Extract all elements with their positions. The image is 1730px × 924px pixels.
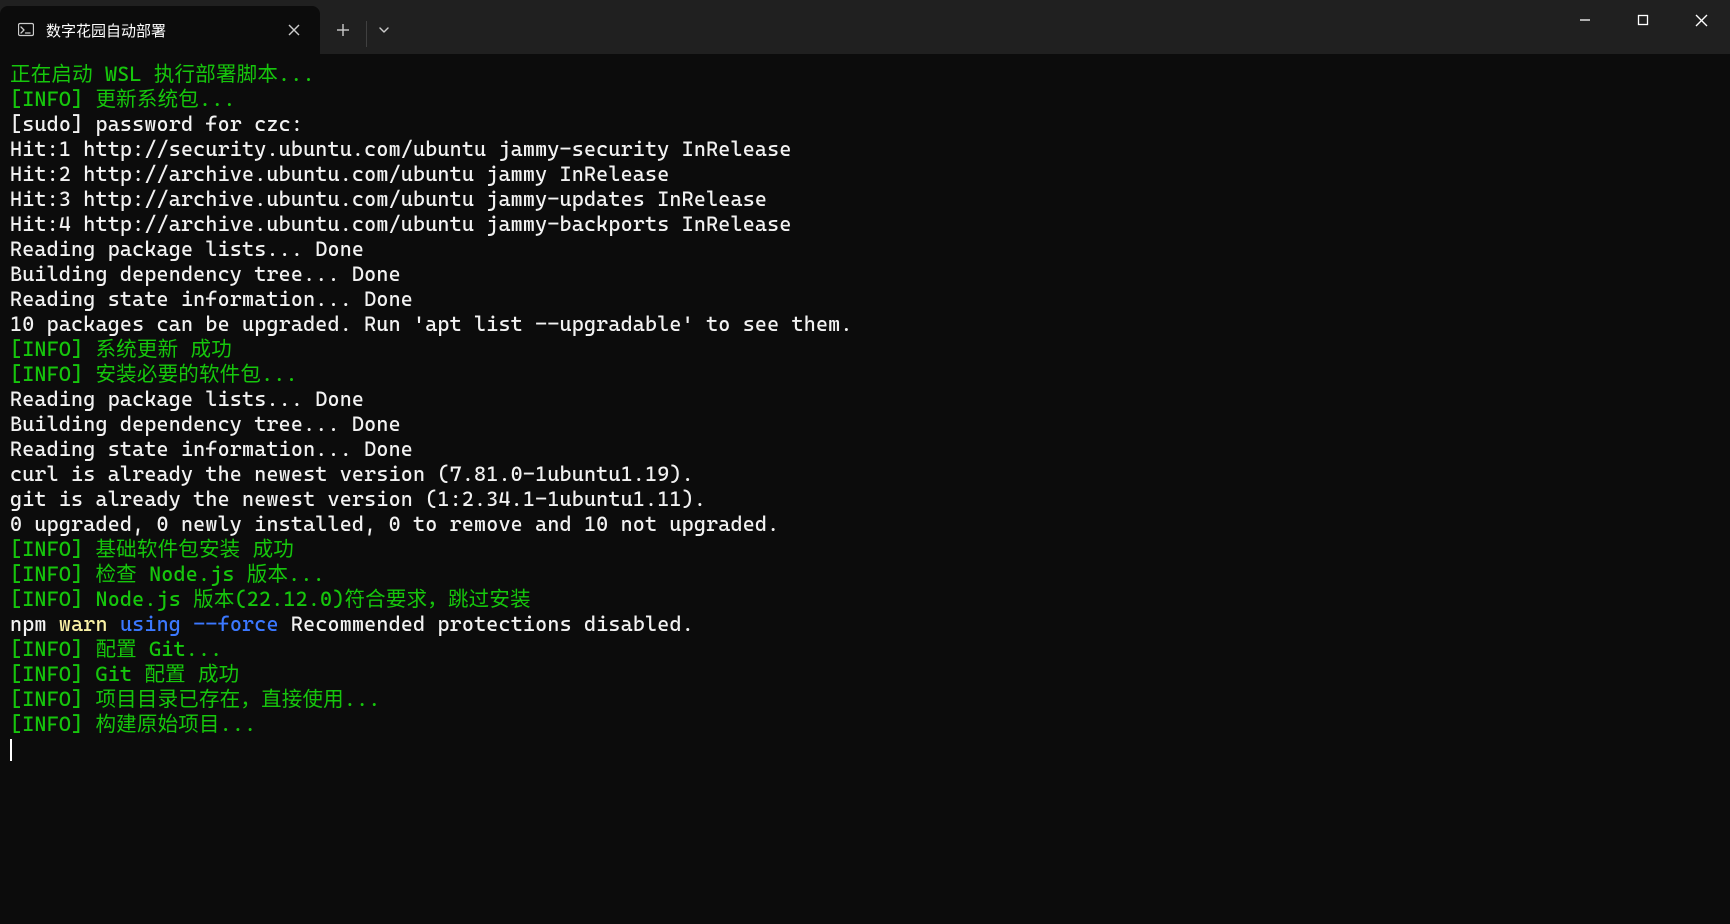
terminal-line: Hit:2 http://archive.ubuntu.com/ubuntu j… — [10, 162, 1720, 187]
terminal-text-segment: [INFO] 安装必要的软件包... — [10, 362, 298, 386]
terminal-line: Building dependency tree... Done — [10, 262, 1720, 287]
terminal-line: Building dependency tree... Done — [10, 412, 1720, 437]
terminal-line: [INFO] 构建原始项目... — [10, 712, 1720, 737]
terminal-text-segment: Hit:3 http://archive.ubuntu.com/ubuntu j… — [10, 187, 767, 211]
terminal-line: [INFO] 检查 Node.js 版本... — [10, 562, 1720, 587]
terminal-text-segment: npm — [10, 612, 59, 636]
titlebar-drag-area[interactable] — [401, 0, 1556, 54]
terminal-line: [INFO] 安装必要的软件包... — [10, 362, 1720, 387]
terminal-text-segment: Reading package lists... Done — [10, 387, 364, 411]
terminal-text-segment: [INFO] 更新系统包... — [10, 87, 236, 111]
terminal-text-segment: Recommended protections disabled. — [279, 612, 694, 636]
terminal-text-segment: [INFO] Git 配置 成功 — [10, 662, 239, 686]
terminal-text-segment — [108, 612, 120, 636]
terminal-output[interactable]: 正在启动 WSL 执行部署脚本...[INFO] 更新系统包...[sudo] … — [0, 54, 1730, 924]
minimize-button[interactable] — [1556, 0, 1614, 40]
terminal-line: curl is already the newest version (7.81… — [10, 462, 1720, 487]
terminal-text-segment: [INFO] 基础软件包安装 成功 — [10, 537, 294, 561]
close-button[interactable] — [1672, 0, 1730, 40]
terminal-text-segment: Reading state information... Done — [10, 287, 413, 311]
terminal-text-segment: [INFO] 构建原始项目... — [10, 712, 256, 736]
terminal-text-segment: 10 packages can be upgraded. Run 'apt li… — [10, 312, 853, 336]
terminal-text-segment: [INFO] 检查 Node.js 版本... — [10, 562, 325, 586]
terminal-text-segment: [INFO] 系统更新 成功 — [10, 337, 232, 361]
terminal-text-segment: [sudo] password for czc: — [10, 112, 303, 136]
maximize-button[interactable] — [1614, 0, 1672, 40]
terminal-line: Hit:1 http://security.ubuntu.com/ubuntu … — [10, 137, 1720, 162]
terminal-text-segment: git is already the newest version (1:2.3… — [10, 487, 706, 511]
terminal-text-segment: Hit:1 http://security.ubuntu.com/ubuntu … — [10, 137, 792, 161]
terminal-text-segment: 正在启动 WSL 执行部署脚本... — [10, 62, 315, 86]
terminal-line: [INFO] 基础软件包安装 成功 — [10, 537, 1720, 562]
terminal-line: 10 packages can be upgraded. Run 'apt li… — [10, 312, 1720, 337]
terminal-text-segment: Building dependency tree... Done — [10, 262, 401, 286]
titlebar: 数字花园自动部署 — [0, 0, 1730, 54]
terminal-line — [10, 737, 1720, 762]
terminal-text-segment: [INFO] 项目目录已存在，直接使用... — [10, 687, 381, 711]
terminal-line: [INFO] 更新系统包... — [10, 87, 1720, 112]
terminal-line: Reading state information... Done — [10, 287, 1720, 312]
window-controls — [1556, 0, 1730, 54]
terminal-line: [INFO] 系统更新 成功 — [10, 337, 1720, 362]
terminal-text-segment: Reading state information... Done — [10, 437, 413, 461]
terminal-text-segment: [INFO] Node.js 版本(22.12.0)符合要求，跳过安装 — [10, 587, 531, 611]
terminal-text-segment: [INFO] 配置 Git... — [10, 637, 222, 661]
new-tab-button[interactable] — [320, 0, 366, 54]
terminal-text-segment: Reading package lists... Done — [10, 237, 364, 261]
terminal-text-segment: Building dependency tree... Done — [10, 412, 401, 436]
terminal-text-segment: Hit:2 http://archive.ubuntu.com/ubuntu j… — [10, 162, 669, 186]
terminal-line: [sudo] password for czc: — [10, 112, 1720, 137]
tab-actions — [320, 0, 401, 54]
terminal-line: Reading package lists... Done — [10, 387, 1720, 412]
terminal-line: npm warn using --force Recommended prote… — [10, 612, 1720, 637]
terminal-line: 0 upgraded, 0 newly installed, 0 to remo… — [10, 512, 1720, 537]
terminal-line: git is already the newest version (1:2.3… — [10, 487, 1720, 512]
terminal-line: Hit:3 http://archive.ubuntu.com/ubuntu j… — [10, 187, 1720, 212]
terminal-icon — [16, 20, 36, 40]
terminal-line: [INFO] 配置 Git... — [10, 637, 1720, 662]
terminal-text-segment: using --force — [120, 612, 279, 636]
terminal-text-segment: curl is already the newest version (7.81… — [10, 462, 694, 486]
terminal-line: [INFO] 项目目录已存在，直接使用... — [10, 687, 1720, 712]
terminal-text-segment: 0 upgraded, 0 newly installed, 0 to remo… — [10, 512, 779, 536]
terminal-line: Hit:4 http://archive.ubuntu.com/ubuntu j… — [10, 212, 1720, 237]
tab-close-button[interactable] — [280, 16, 308, 44]
terminal-line: [INFO] Node.js 版本(22.12.0)符合要求，跳过安装 — [10, 587, 1720, 612]
tab-dropdown-button[interactable] — [367, 0, 401, 54]
terminal-line: [INFO] Git 配置 成功 — [10, 662, 1720, 687]
terminal-cursor — [10, 739, 21, 761]
terminal-line: 正在启动 WSL 执行部署脚本... — [10, 62, 1720, 87]
terminal-text-segment: warn — [59, 612, 108, 636]
terminal-line: Reading package lists... Done — [10, 237, 1720, 262]
terminal-line: Reading state information... Done — [10, 437, 1720, 462]
tab-title: 数字花园自动部署 — [46, 20, 270, 41]
tab-strip: 数字花园自动部署 — [0, 0, 401, 54]
terminal-tab[interactable]: 数字花园自动部署 — [0, 6, 320, 54]
terminal-text-segment: Hit:4 http://archive.ubuntu.com/ubuntu j… — [10, 212, 792, 236]
